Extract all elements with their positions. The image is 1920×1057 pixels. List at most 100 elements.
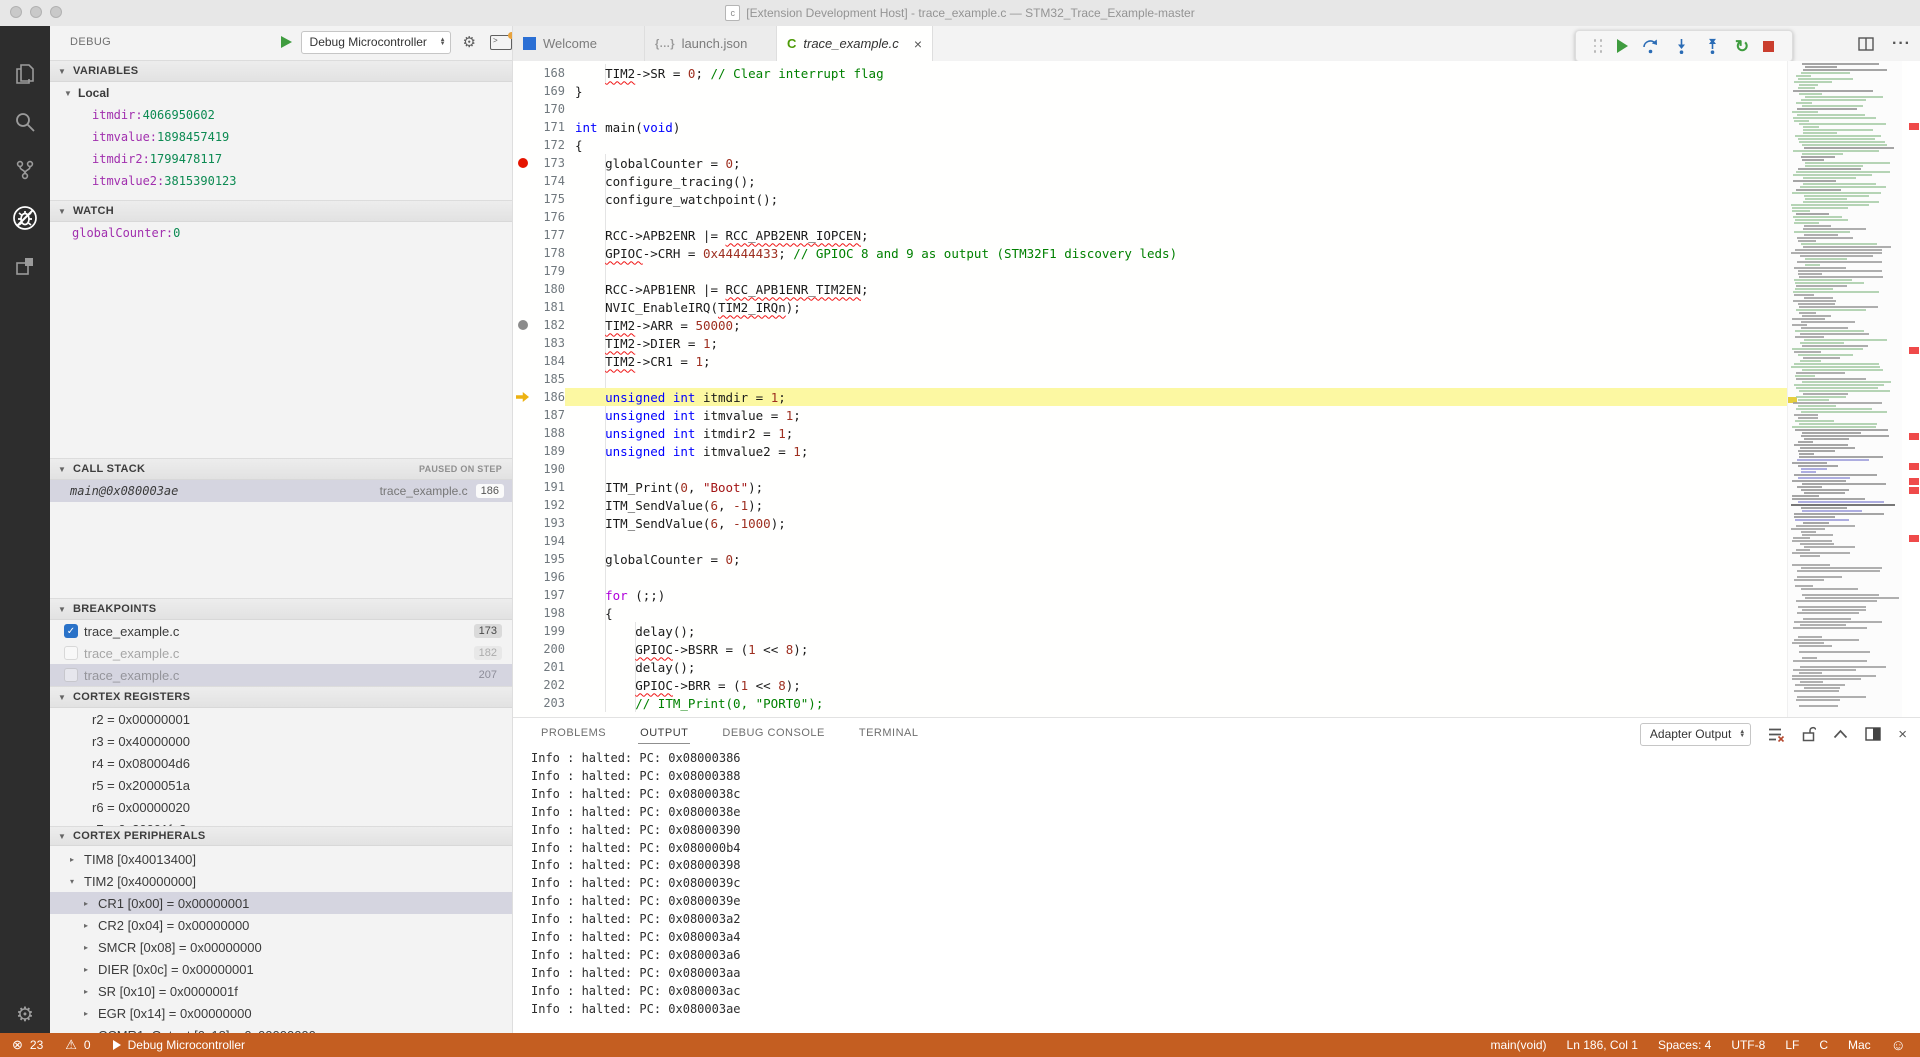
gutter-glyph[interactable] xyxy=(513,496,535,514)
gutter-glyph[interactable] xyxy=(513,424,535,442)
stack-frame-row[interactable]: main@0x080003ae trace_example.c 186 xyxy=(50,480,512,502)
breakpoint-dot-icon[interactable] xyxy=(518,158,528,168)
code-line[interactable]: 195 globalCounter = 0; xyxy=(513,550,1787,568)
unlock-icon[interactable] xyxy=(1802,726,1816,742)
code-line[interactable]: 198 { xyxy=(513,604,1787,622)
tab-launch-json[interactable]: {…} launch.json xyxy=(645,26,777,61)
source-control-icon[interactable] xyxy=(0,148,50,192)
register-row[interactable]: r2 = 0x00000001 xyxy=(50,708,512,730)
code-line[interactable]: 185 xyxy=(513,370,1787,388)
line-number[interactable]: 203 xyxy=(535,696,565,710)
breakpoint-row[interactable]: trace_example.c182 xyxy=(50,642,512,664)
step-over-button[interactable] xyxy=(1642,38,1659,55)
gutter-glyph[interactable] xyxy=(513,190,535,208)
status-item[interactable]: C xyxy=(1819,1038,1828,1052)
panel-tab-debug-console[interactable]: DEBUG CONSOLE xyxy=(720,723,826,743)
clear-output-icon[interactable] xyxy=(1768,727,1785,742)
code-line[interactable]: 174 configure_tracing(); xyxy=(513,172,1787,190)
code-line[interactable]: 170 xyxy=(513,100,1787,118)
extensions-icon[interactable] xyxy=(0,244,50,288)
debug-status-label[interactable]: Debug Microcontroller xyxy=(128,1038,245,1052)
gutter-glyph[interactable] xyxy=(513,370,535,388)
minimize-window-button[interactable] xyxy=(30,6,42,18)
line-number[interactable]: 185 xyxy=(535,372,565,386)
line-number[interactable]: 183 xyxy=(535,336,565,350)
code-line[interactable]: 203 // ITM_Print(0, "PORT0"); xyxy=(513,694,1787,712)
code-line[interactable]: 178 GPIOC->CRH = 0x44444433; // GPIOC 8 … xyxy=(513,244,1787,262)
gutter-glyph[interactable] xyxy=(513,118,535,136)
code-line[interactable]: 201 delay(); xyxy=(513,658,1787,676)
line-number[interactable]: 180 xyxy=(535,282,565,296)
gutter-glyph[interactable] xyxy=(513,208,535,226)
panel-tab-terminal[interactable]: TERMINAL xyxy=(857,723,921,743)
breakpoint-checkbox[interactable] xyxy=(64,668,78,682)
explorer-icon[interactable] xyxy=(0,52,50,96)
gutter-glyph[interactable] xyxy=(513,334,535,352)
code-line[interactable]: 182 TIM2->ARR = 50000; xyxy=(513,316,1787,334)
gutter-glyph[interactable] xyxy=(513,388,535,406)
start-debug-button[interactable] xyxy=(279,35,293,49)
line-number[interactable]: 175 xyxy=(535,192,565,206)
register-row[interactable]: r3 = 0x40000000 xyxy=(50,730,512,752)
code-line[interactable]: 189 unsigned int itmvalue2 = 1; xyxy=(513,442,1787,460)
variables-header[interactable]: ▼ VARIABLES xyxy=(50,60,512,82)
maximize-panel-icon[interactable] xyxy=(1833,729,1848,739)
errors-count[interactable]: 23 xyxy=(30,1038,43,1052)
line-number[interactable]: 198 xyxy=(535,606,565,620)
close-window-button[interactable] xyxy=(10,6,22,18)
debug-config-select[interactable]: Debug Microcontroller ▲▼ xyxy=(301,31,451,54)
line-number[interactable]: 196 xyxy=(535,570,565,584)
peripheral-row[interactable]: ▸SMCR [0x08] = 0x00000000 xyxy=(50,936,512,958)
close-panel-icon[interactable]: × xyxy=(1898,726,1907,743)
code-line[interactable]: 188 unsigned int itmdir2 = 1; xyxy=(513,424,1787,442)
status-item[interactable]: LF xyxy=(1785,1038,1799,1052)
line-number[interactable]: 202 xyxy=(535,678,565,692)
call-stack-header[interactable]: ▼ CALL STACK PAUSED ON STEP xyxy=(50,458,512,480)
code-line[interactable]: 180 RCC->APB1ENR |= RCC_APB1ENR_TIM2EN; xyxy=(513,280,1787,298)
code-line[interactable]: 168 TIM2->SR = 0; // Clear interrupt fla… xyxy=(513,64,1787,82)
status-item[interactable]: main(void) xyxy=(1491,1038,1547,1052)
stop-button[interactable] xyxy=(1763,41,1774,52)
restart-button[interactable]: ↻ xyxy=(1735,38,1749,55)
breakpoints-header[interactable]: ▼ BREAKPOINTS xyxy=(50,598,512,620)
gutter-glyph[interactable] xyxy=(513,640,535,658)
gutter-glyph[interactable] xyxy=(513,442,535,460)
split-editor-icon[interactable] xyxy=(1858,36,1874,52)
breakpoint-checkbox[interactable] xyxy=(64,646,78,660)
configure-gear-icon[interactable]: ⚙ xyxy=(463,33,476,51)
peripheral-row[interactable]: ▾TIM2 [0x40000000] xyxy=(50,870,512,892)
line-number[interactable]: 189 xyxy=(535,444,565,458)
watch-row[interactable]: globalCounter: 0 xyxy=(50,222,512,244)
step-out-button[interactable] xyxy=(1704,38,1721,55)
panel-tab-output[interactable]: OUTPUT xyxy=(638,723,690,744)
step-into-button[interactable] xyxy=(1673,38,1690,55)
peripheral-row[interactable]: ▸TIM8 [0x40013400] xyxy=(50,848,512,870)
code-line[interactable]: 171int main(void) xyxy=(513,118,1787,136)
line-number[interactable]: 187 xyxy=(535,408,565,422)
code-line[interactable]: 202 GPIOC->BRR = (1 << 8); xyxy=(513,676,1787,694)
code-line[interactable]: 190 xyxy=(513,460,1787,478)
code-line[interactable]: 191 ITM_Print(0, "Boot"); xyxy=(513,478,1787,496)
line-number[interactable]: 193 xyxy=(535,516,565,530)
line-number[interactable]: 199 xyxy=(535,624,565,638)
code-line[interactable]: 194 xyxy=(513,532,1787,550)
line-number[interactable]: 188 xyxy=(535,426,565,440)
output-channel-select[interactable]: Adapter Output ▲▼ xyxy=(1640,723,1751,746)
line-number[interactable]: 201 xyxy=(535,660,565,674)
code-line[interactable]: 175 configure_watchpoint(); xyxy=(513,190,1787,208)
line-number[interactable]: 176 xyxy=(535,210,565,224)
line-number[interactable]: 192 xyxy=(535,498,565,512)
line-number[interactable]: 191 xyxy=(535,480,565,494)
line-number[interactable]: 181 xyxy=(535,300,565,314)
split-panel-icon[interactable] xyxy=(1865,727,1881,741)
peripheral-row[interactable]: ▸CCMR1_Output [0x18] = 0x00000000 xyxy=(50,1024,512,1033)
line-number[interactable]: 170 xyxy=(535,102,565,116)
code-line[interactable]: 173 globalCounter = 0; xyxy=(513,154,1787,172)
gutter-glyph[interactable] xyxy=(513,532,535,550)
peripheral-row[interactable]: ▸CR1 [0x00] = 0x00000001 xyxy=(50,892,512,914)
breakpoint-checkbox[interactable]: ✓ xyxy=(64,624,78,638)
gutter-glyph[interactable] xyxy=(513,550,535,568)
debug-icon[interactable] xyxy=(0,196,50,240)
code-line[interactable]: 169} xyxy=(513,82,1787,100)
line-number[interactable]: 177 xyxy=(535,228,565,242)
